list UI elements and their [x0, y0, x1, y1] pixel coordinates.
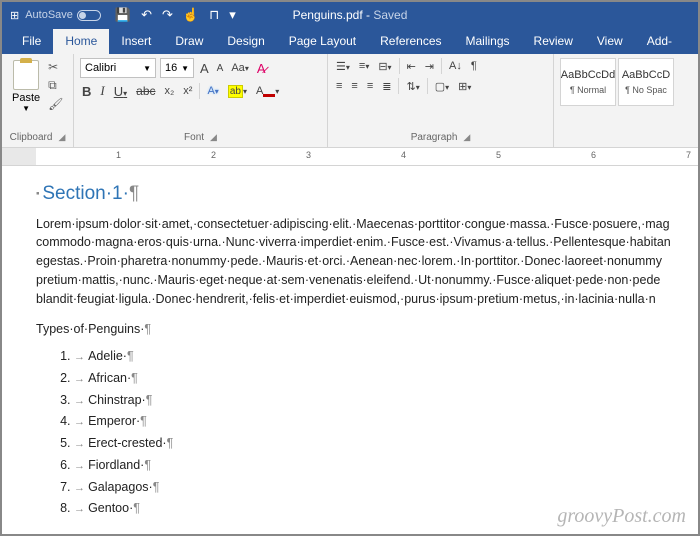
body-paragraph[interactable]: Lorem·ipsum·dolor·sit·amet,·consectetuer…	[36, 215, 678, 309]
autosave-toggle[interactable]	[77, 10, 101, 21]
tab-addins[interactable]: Add-	[635, 29, 684, 54]
style-normal[interactable]: AaBbCcDd ¶ Normal	[560, 58, 616, 106]
bold-button[interactable]: B	[80, 83, 93, 100]
spacing-icon[interactable]: ⊓	[209, 7, 219, 23]
ruler-tick: 5	[496, 150, 501, 160]
document-page[interactable]: ▪ Section·1·¶ Lorem·ipsum·dolor·sit·amet…	[2, 166, 698, 518]
group-styles: AaBbCcDd ¶ Normal AaBbCcD ¶ No Spac	[554, 54, 698, 147]
tab-file[interactable]: File	[10, 29, 53, 54]
paste-icon	[13, 60, 39, 90]
ruler-tick: 3	[306, 150, 311, 160]
multilevel-list-button[interactable]: ⊟▾	[376, 59, 393, 74]
ruler-tick: 1	[116, 150, 121, 160]
document-title: Penguins.pdf - Saved	[293, 8, 408, 22]
group-clipboard: Paste ▼ ✂ ⧉ 🖌 Clipboard ◢	[2, 54, 74, 147]
format-painter-icon[interactable]: 🖌	[48, 97, 63, 111]
highlight-button[interactable]: ab▾	[226, 84, 249, 98]
text-effects-button[interactable]: A▾	[205, 84, 220, 98]
font-size-combo[interactable]: 16▼	[160, 58, 194, 78]
shrink-font-button[interactable]: A	[215, 62, 226, 75]
tab-review[interactable]: Review	[522, 29, 585, 54]
ruler-tick: 2	[211, 150, 216, 160]
numbering-button[interactable]: ≡▾	[357, 59, 371, 73]
list-item[interactable]: → Emperor·¶	[74, 412, 678, 431]
paste-label: Paste	[12, 92, 40, 104]
font-name-combo[interactable]: Calibri▼	[80, 58, 156, 78]
increase-indent-button[interactable]: ⇥	[423, 59, 436, 74]
word-icon: ⊞	[10, 9, 19, 22]
touch-mode-icon[interactable]: ☝	[183, 7, 199, 23]
copy-icon[interactable]: ⧉	[48, 78, 63, 93]
list-item[interactable]: → Galapagos·¶	[74, 478, 678, 497]
heading-1[interactable]: ▪ Section·1·¶	[36, 180, 678, 209]
cut-icon[interactable]: ✂	[48, 60, 63, 74]
tab-page-layout[interactable]: Page Layout	[277, 29, 368, 54]
group-paragraph: ☰▾ ≡▾ ⊟▾ ⇤ ⇥ A↓ ¶ ≡ ≡ ≡ ≣ ⇅▾ ▢▾ ⊞▾	[328, 54, 554, 147]
shading-button[interactable]: ▢▾	[433, 79, 451, 94]
align-right-button[interactable]: ≡	[365, 79, 375, 93]
penguin-list[interactable]: → Adelie·¶ → African·¶ → Chinstrap·¶ → E…	[74, 347, 678, 518]
tab-design[interactable]: Design	[215, 29, 276, 54]
ruler-tick: 4	[401, 150, 406, 160]
chevron-down-icon: ▼	[22, 104, 30, 113]
group-font: Calibri▼ 16▼ A A Aa▾ A̷ B I U▾ abc x₂ x²…	[74, 54, 328, 147]
tab-mailings[interactable]: Mailings	[454, 29, 522, 54]
superscript-button[interactable]: x²	[181, 84, 194, 98]
qat-more-icon[interactable]: ▾	[229, 7, 236, 23]
tab-insert[interactable]: Insert	[109, 29, 163, 54]
tab-home[interactable]: Home	[53, 29, 109, 54]
list-title[interactable]: Types·of·Penguins·¶	[36, 320, 678, 339]
underline-button[interactable]: U▾	[112, 83, 129, 100]
quick-access-toolbar: 💾 ↶ ↷ ☝ ⊓ ▾	[115, 7, 236, 23]
paste-button[interactable]: Paste ▼	[8, 58, 44, 115]
ribbon: Paste ▼ ✂ ⧉ 🖌 Clipboard ◢ Calibri▼ 16▼ A …	[2, 54, 698, 148]
redo-icon[interactable]: ↷	[162, 7, 173, 23]
paragraph-group-label: Paragraph	[411, 132, 458, 143]
strikethrough-button[interactable]: abc	[134, 83, 157, 99]
clipboard-group-label: Clipboard	[10, 132, 53, 143]
dialog-launcher-icon[interactable]: ◢	[463, 132, 470, 142]
tab-references[interactable]: References	[368, 29, 453, 54]
undo-icon[interactable]: ↶	[141, 7, 152, 23]
ruler[interactable]: 1 2 3 4 5 6 7	[2, 148, 698, 166]
subscript-button[interactable]: x₂	[163, 84, 177, 98]
change-case-button[interactable]: Aa▾	[229, 61, 250, 75]
save-icon[interactable]: 💾	[115, 7, 131, 23]
line-spacing-button[interactable]: ⇅▾	[404, 79, 421, 94]
list-item[interactable]: → African·¶	[74, 369, 678, 388]
title-bar: ⊞ AutoSave 💾 ↶ ↷ ☝ ⊓ ▾ Penguins.pdf - Sa…	[2, 2, 698, 28]
doc-name: Penguins.pdf	[293, 8, 363, 22]
grow-font-button[interactable]: A	[198, 60, 211, 77]
tab-draw[interactable]: Draw	[163, 29, 215, 54]
dialog-launcher-icon[interactable]: ◢	[58, 132, 65, 142]
list-item[interactable]: → Fiordland·¶	[74, 456, 678, 475]
list-item[interactable]: → Erect-crested·¶	[74, 434, 678, 453]
font-group-label: Font	[184, 132, 204, 143]
list-item[interactable]: → Gentoo·¶	[74, 499, 678, 518]
tab-view[interactable]: View	[585, 29, 635, 54]
borders-button[interactable]: ⊞▾	[456, 79, 473, 94]
show-marks-button[interactable]: ¶	[469, 59, 479, 73]
autosave-label: AutoSave	[25, 9, 73, 21]
align-center-button[interactable]: ≡	[349, 79, 359, 93]
italic-button[interactable]: I	[98, 82, 106, 100]
ribbon-tabs: File Home Insert Draw Design Page Layout…	[2, 28, 698, 54]
sort-button[interactable]: A↓	[447, 59, 464, 73]
font-color-button[interactable]: A▾	[254, 84, 281, 98]
justify-button[interactable]: ≣	[380, 79, 393, 94]
decrease-indent-button[interactable]: ⇤	[405, 59, 418, 74]
saved-status: Saved	[373, 8, 407, 22]
clear-formatting-button[interactable]: A̷	[255, 60, 268, 77]
style-no-spacing[interactable]: AaBbCcD ¶ No Spac	[618, 58, 674, 106]
bullets-button[interactable]: ☰▾	[334, 59, 352, 74]
dialog-launcher-icon[interactable]: ◢	[210, 132, 217, 142]
ruler-tick: 7	[686, 150, 691, 160]
list-item[interactable]: → Chinstrap·¶	[74, 391, 678, 410]
align-left-button[interactable]: ≡	[334, 79, 344, 93]
list-item[interactable]: → Adelie·¶	[74, 347, 678, 366]
ruler-tick: 6	[591, 150, 596, 160]
